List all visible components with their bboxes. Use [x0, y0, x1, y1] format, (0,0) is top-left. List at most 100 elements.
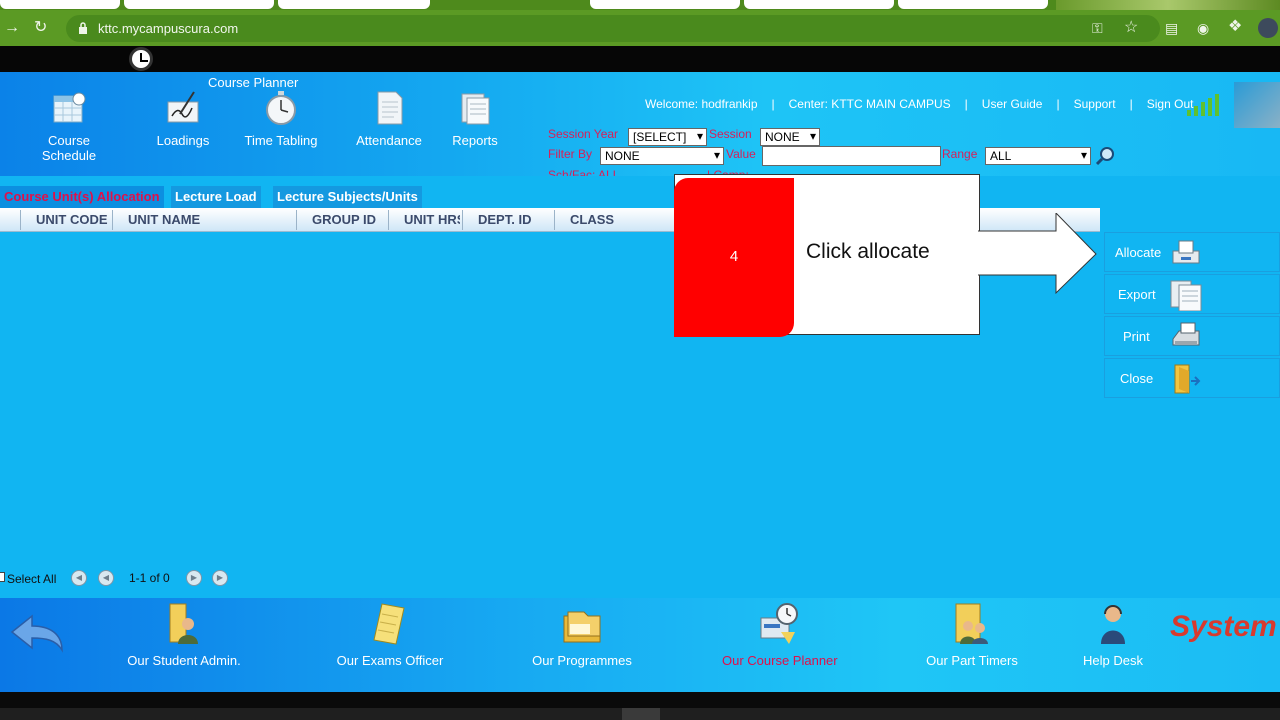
nav-loadings[interactable]: Loadings [150, 90, 216, 148]
nav-label: Course Schedule [41, 133, 97, 163]
system-brand-logo: System [1170, 610, 1280, 650]
range-select[interactable]: ALL [985, 147, 1091, 165]
separator: | [771, 97, 775, 111]
filter-by-label: Filter By [548, 147, 593, 161]
forward-icon[interactable]: → [4, 20, 20, 36]
profile-avatar[interactable] [1258, 18, 1278, 38]
nav-reports[interactable]: Reports [450, 90, 500, 148]
brand-logo-text: System [1170, 610, 1277, 643]
reload-icon[interactable]: ↻ [34, 20, 47, 36]
tab-lecture-subjects-units[interactable]: Lecture Subjects/Units [273, 186, 422, 208]
nav-course-schedule[interactable]: Course Schedule [20, 90, 118, 163]
star-icon[interactable]: ☆ [1124, 20, 1138, 36]
nav-label: Loadings [156, 133, 210, 148]
user-guide-link[interactable]: User Guide [982, 97, 1043, 111]
column-divider [462, 210, 463, 230]
search-icon[interactable] [1095, 146, 1115, 166]
camera-icon[interactable]: ◉ [1197, 20, 1209, 36]
footer-label: Help Desk [1083, 653, 1143, 668]
page-range-text: 1-1 of 0 [129, 571, 170, 585]
column-header-unit-code[interactable]: UNIT CODE [36, 212, 108, 227]
session-select[interactable]: NONE [760, 128, 820, 146]
signature-pen-icon [167, 91, 199, 123]
extension-icon[interactable]: ▤ [1165, 20, 1178, 36]
footer-label: Our Exams Officer [336, 653, 444, 668]
back-arrow-icon[interactable] [10, 614, 64, 654]
footer-help-desk[interactable]: Help Desk [1082, 602, 1144, 668]
scroll-thumb[interactable] [622, 708, 660, 720]
section-title: Course Planner [208, 75, 299, 90]
signal-strength-icon [1187, 94, 1219, 116]
column-divider [20, 210, 21, 230]
export-label: Export [1118, 287, 1156, 302]
center-text: Center: KTTC MAIN CAMPUS [788, 97, 951, 111]
column-header-unit-name[interactable]: UNIT NAME [128, 212, 200, 227]
browser-theme-image [1056, 0, 1280, 10]
page-top-bar [0, 46, 1280, 72]
export-icon [1170, 280, 1202, 311]
url-text: kttc.mycampuscura.com [98, 21, 239, 36]
callout-arrow-icon [978, 213, 1097, 295]
footer-nav: Our Student Admin. Our Exams Officer Our… [0, 598, 1280, 692]
support-link[interactable]: Support [1074, 97, 1116, 111]
welcome-text: Welcome: hodfrankip [645, 97, 758, 111]
column-divider [112, 210, 113, 230]
printer-icon [1172, 322, 1200, 346]
nav-time-tabling[interactable]: Time Tabling [240, 90, 322, 148]
browser-tab[interactable] [744, 0, 894, 9]
footer-programmes[interactable]: Our Programmes [532, 602, 632, 668]
browser-tab[interactable] [590, 0, 740, 9]
footer-exams-officer[interactable]: Our Exams Officer [336, 602, 444, 668]
exit-door-icon [1174, 364, 1201, 394]
tab-course-unit-allocation[interactable]: Course Unit(s) Allocation [0, 186, 164, 208]
allocate-button[interactable]: Allocate [1104, 232, 1280, 272]
filter-by-select[interactable]: NONE [600, 147, 724, 165]
print-button[interactable]: Print [1104, 316, 1280, 356]
tab-lecture-load[interactable]: Lecture Load [171, 186, 261, 208]
column-header-dept-id[interactable]: DEPT. ID [478, 212, 531, 227]
puzzle-icon[interactable]: ❖ [1228, 19, 1242, 35]
column-divider [554, 210, 555, 230]
footer-label: Our Course Planner [722, 653, 838, 668]
nav-label: Attendance [356, 133, 422, 148]
footer-course-planner[interactable]: Our Course Planner [722, 602, 838, 668]
callout-step-number: 4 [729, 248, 739, 265]
select-all-checkbox[interactable] [0, 572, 5, 582]
select-all-label: Select All [7, 572, 57, 586]
export-button[interactable]: Export [1104, 274, 1280, 314]
footer-label: Our Part Timers [926, 653, 1018, 668]
value-label: Value [726, 147, 756, 161]
close-label: Close [1120, 371, 1154, 386]
browser-toolbar: → ↻ kttc.mycampuscura.com ⚿ ☆ ▤ ◉ ❖ [0, 10, 1280, 46]
print-label: Print [1123, 329, 1150, 344]
next-page-icon[interactable]: ▶ [186, 570, 202, 586]
range-label: Range [942, 147, 978, 161]
browser-tab[interactable] [0, 0, 120, 9]
browser-tab[interactable] [124, 0, 274, 9]
column-header-class[interactable]: CLASS [570, 212, 614, 227]
last-page-icon[interactable]: ▶ [212, 570, 228, 586]
column-divider [388, 210, 389, 230]
footer-student-admin[interactable]: Our Student Admin. [126, 602, 242, 668]
column-header-unit-hrs[interactable]: UNIT HRS [404, 212, 460, 227]
address-bar[interactable]: kttc.mycampuscura.com ⚿ ☆ [66, 15, 1160, 42]
browser-tab[interactable] [898, 0, 1048, 9]
top-links: Welcome: hodfrankip | Center: KTTC MAIN CA… [645, 97, 1193, 111]
column-header-group-id[interactable]: GROUP ID [312, 212, 376, 227]
key-icon[interactable]: ⚿ [1092, 20, 1103, 36]
separator: | [1056, 97, 1060, 111]
browser-tab[interactable] [278, 0, 430, 9]
footer-label: Our Student Admin. [127, 653, 241, 668]
close-button[interactable]: Close [1104, 358, 1280, 398]
value-input[interactable] [762, 146, 941, 166]
nav-label: Time Tabling [244, 133, 318, 148]
first-page-icon[interactable]: ◀ [71, 570, 87, 586]
app-container: Course Planner Course Schedule Loadings [0, 72, 1280, 692]
nav-attendance[interactable]: Attendance [354, 90, 424, 148]
session-year-select[interactable]: [SELECT] [628, 128, 707, 146]
institution-logo [1234, 82, 1280, 128]
previous-page-icon[interactable]: ◀ [98, 570, 114, 586]
footer-part-timers[interactable]: Our Part Timers [926, 602, 1018, 668]
notepad-icon [373, 603, 405, 645]
callout-text: Click allocate [806, 240, 930, 263]
